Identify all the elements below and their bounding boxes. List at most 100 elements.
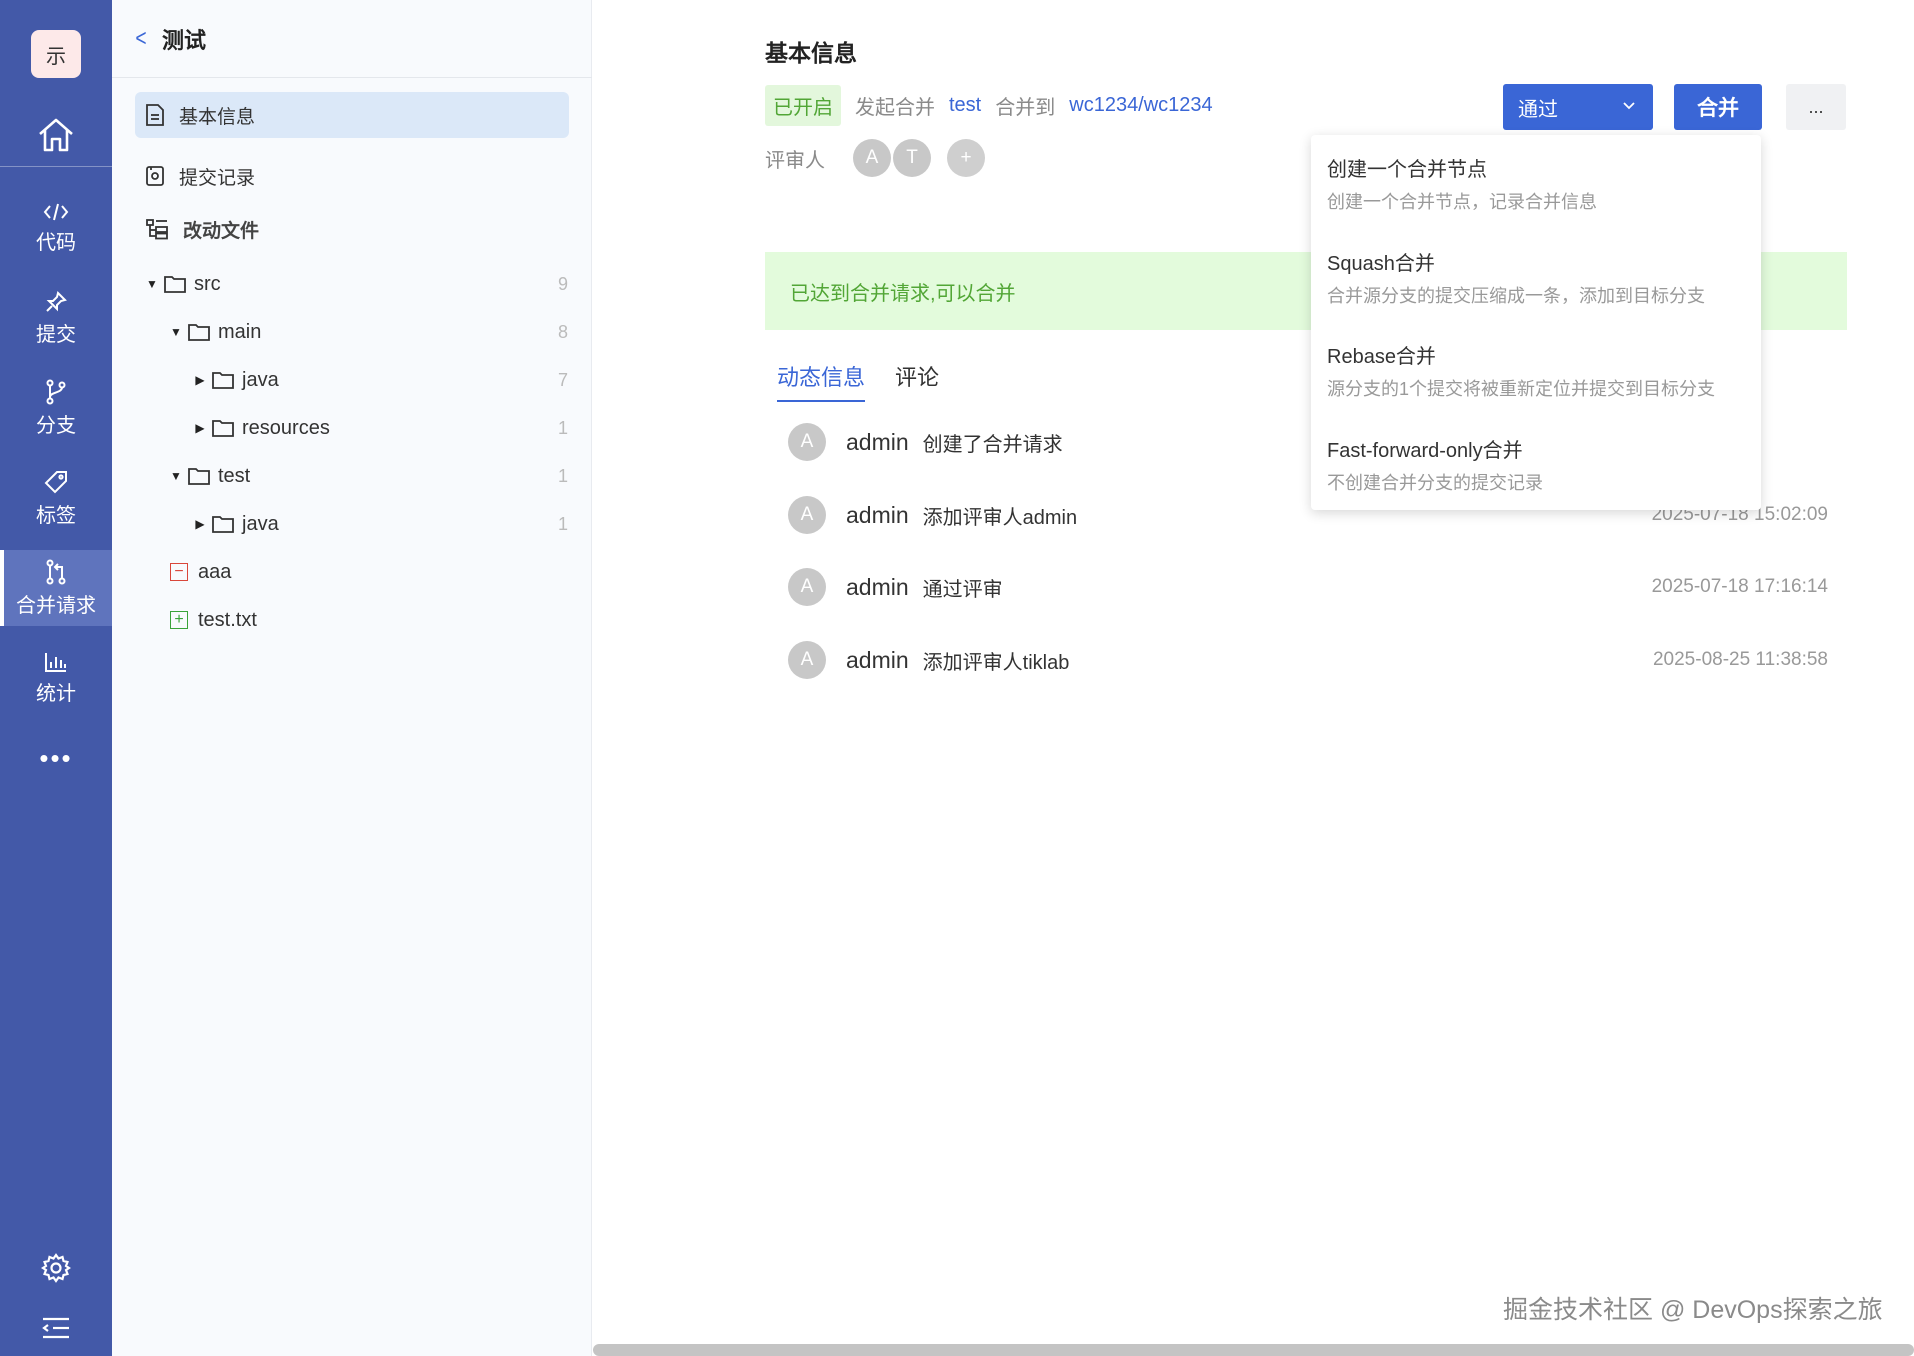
folder-icon	[212, 372, 234, 389]
page-title: 基本信息	[765, 40, 857, 66]
file-deleted-icon: −	[170, 563, 188, 581]
activity-item: A admin 通过评审 2025-07-18 17:16:14	[788, 565, 1828, 609]
panel-header: < 测试	[112, 0, 592, 78]
status-badge: 已开启	[765, 84, 841, 126]
tree-item-name: java	[242, 368, 279, 391]
repo-title: 测试	[162, 27, 207, 53]
activity-item: A admin 添加评审人tiklab 2025-08-25 11:38:58	[788, 638, 1828, 682]
nav-item-commit[interactable]: 提交	[0, 280, 112, 356]
option-title: Squash合并	[1327, 253, 1435, 275]
option-title: 创建一个合并节点	[1327, 159, 1487, 181]
menu-changed-files[interactable]: 改动文件	[135, 206, 569, 252]
nav-item-branch[interactable]: 分支	[0, 370, 112, 446]
more-actions-button[interactable]: ...	[1786, 84, 1846, 130]
reviewers-label: 评审人	[765, 149, 825, 172]
nav-item-stats[interactable]: 统计	[0, 640, 112, 716]
caret-down-icon[interactable]: ▼	[142, 277, 162, 291]
merge-button[interactable]: 合并	[1674, 84, 1762, 130]
tree-item-name: src	[194, 272, 221, 295]
option-description: 合并源分支的提交压缩成一条，添加到目标分支	[1327, 286, 1705, 306]
watermark: 掘金技术社区 @ DevOps探索之旅	[1503, 1296, 1883, 1324]
folder-icon	[188, 468, 210, 485]
add-reviewer-button[interactable]: +	[947, 139, 985, 177]
folder-icon	[188, 324, 210, 341]
file-tree-icon	[146, 219, 168, 240]
settings-icon[interactable]	[0, 1244, 112, 1292]
avatar[interactable]: A	[853, 139, 891, 177]
left-nav: 示 代码 提交 分支 标签 合并请求 统计 •••	[0, 0, 112, 1356]
caret-right-icon[interactable]: ▶	[190, 517, 210, 531]
source-branch-link[interactable]: test	[949, 94, 981, 117]
code-icon	[43, 203, 69, 220]
tree-item-count: 1	[557, 513, 568, 534]
nav-item-label: 合并请求	[16, 594, 96, 617]
activity-text: 添加评审人tiklab	[922, 651, 1070, 674]
caret-right-icon[interactable]: ▶	[190, 373, 210, 387]
nav-item-label: 代码	[36, 231, 76, 254]
tree-folder-src[interactable]: ▼ src 9	[112, 264, 592, 304]
reviewers-row: 评审人 A T +	[765, 138, 985, 178]
target-branch-link[interactable]: wc1234/wc1234	[1069, 94, 1212, 117]
commit-log-icon	[146, 166, 164, 186]
activity-user: admin	[846, 573, 909, 600]
caret-down-icon[interactable]: ▼	[166, 469, 186, 483]
chevron-down-icon	[1623, 102, 1635, 110]
folder-icon	[212, 420, 234, 437]
tree-item-name: test	[218, 464, 251, 487]
folder-icon	[164, 276, 186, 293]
activity-user: admin	[846, 646, 909, 673]
tree-file-aaa[interactable]: − aaa	[112, 552, 592, 592]
tab-comments[interactable]: 评论	[895, 360, 939, 402]
option-description: 源分支的1个提交将被重新定位并提交到目标分支	[1327, 379, 1716, 399]
approve-button[interactable]: 通过	[1503, 84, 1653, 130]
tree-folder-java[interactable]: ▶ java 7	[112, 360, 592, 400]
home-icon[interactable]	[0, 105, 112, 165]
tree-folder-java[interactable]: ▶ java 1	[112, 504, 592, 544]
option-title: Rebase合并	[1327, 346, 1436, 368]
activity-text: 添加评审人admin	[922, 506, 1078, 529]
menu-label: 改动文件	[183, 220, 260, 242]
menu-label: 提交记录	[179, 167, 256, 189]
app-logo[interactable]: 示	[31, 30, 81, 78]
avatar[interactable]: T	[893, 139, 931, 177]
nav-item-label: 提交	[36, 323, 76, 346]
pin-icon	[46, 290, 67, 312]
tree-folder-resources[interactable]: ▶ resources 1	[112, 408, 592, 448]
branch-icon	[46, 379, 66, 404]
horizontal-scrollbar[interactable]	[593, 1344, 1914, 1356]
tree-folder-test[interactable]: ▼ test 1	[112, 456, 592, 496]
caret-down-icon[interactable]: ▼	[166, 325, 186, 339]
merge-option-fast-forward[interactable]: Fast-forward-only合并 不创建合并分支的提交记录	[1327, 434, 1747, 495]
nav-item-merge-request[interactable]: 合并请求	[0, 550, 112, 626]
caret-right-icon[interactable]: ▶	[190, 421, 210, 435]
back-icon[interactable]: <	[135, 25, 146, 53]
tab-activity[interactable]: 动态信息	[777, 360, 866, 402]
merge-option-merge-commit[interactable]: 创建一个合并节点 创建一个合并节点，记录合并信息	[1327, 153, 1747, 214]
tree-folder-main[interactable]: ▼ main 8	[112, 312, 592, 352]
merge-request-icon	[46, 559, 66, 584]
file-panel: < 测试 基本信息 提交记录 改动文件 ▼ src 9 ▼ main 8 ▶ j…	[112, 0, 592, 1356]
activity-text: 创建了合并请求	[922, 433, 1063, 456]
nav-divider	[0, 166, 112, 167]
activity-time: 2025-08-25 11:38:58	[1652, 649, 1828, 670]
tree-item-count: 1	[557, 417, 568, 438]
avatar: A	[788, 496, 826, 534]
initiate-label: 发起合并	[855, 96, 935, 119]
collapse-menu-icon[interactable]	[0, 1304, 112, 1352]
menu-label: 基本信息	[179, 106, 256, 128]
nav-item-code[interactable]: 代码	[0, 190, 112, 266]
tag-icon	[44, 470, 67, 493]
activity-user: admin	[846, 428, 909, 455]
merge-method-dropdown: 创建一个合并节点 创建一个合并节点，记录合并信息 Squash合并 合并源分支的…	[1311, 135, 1761, 510]
more-icon[interactable]: •••	[0, 740, 112, 776]
menu-basic-info[interactable]: 基本信息	[135, 92, 569, 138]
merge-option-rebase[interactable]: Rebase合并 源分支的1个提交将被重新定位并提交到目标分支	[1327, 340, 1747, 401]
merge-option-squash[interactable]: Squash合并 合并源分支的提交压缩成一条，添加到目标分支	[1327, 247, 1747, 308]
tree-item-name: test.txt	[198, 608, 257, 631]
nav-item-tag[interactable]: 标签	[0, 460, 112, 536]
document-icon	[146, 104, 164, 126]
tree-file-test-txt[interactable]: + test.txt	[112, 600, 592, 640]
nav-item-label: 分支	[36, 414, 76, 437]
menu-commit-log[interactable]: 提交记录	[135, 153, 569, 199]
folder-icon	[212, 516, 234, 533]
